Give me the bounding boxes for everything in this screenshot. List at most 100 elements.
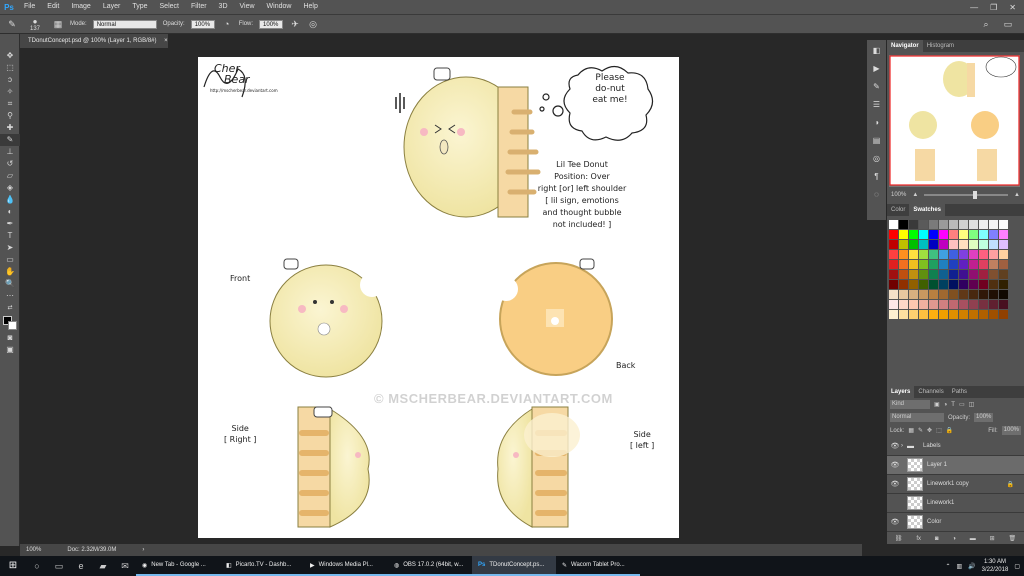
layer-row-linework1-copy[interactable]: 👁 Linework1 copy 🔒 <box>887 475 1024 494</box>
swatch[interactable] <box>929 310 938 319</box>
swatch[interactable] <box>929 270 938 279</box>
swatch[interactable] <box>949 230 958 239</box>
swatch[interactable] <box>939 280 948 289</box>
filter-type-icon[interactable]: T <box>951 402 955 408</box>
menu-image[interactable]: Image <box>65 0 96 14</box>
swatch[interactable] <box>989 240 998 249</box>
marquee-tool-icon[interactable]: ⬚ <box>0 62 20 74</box>
workspace-icon[interactable]: ▭ <box>1002 18 1014 30</box>
swatch[interactable] <box>959 310 968 319</box>
swatch[interactable] <box>989 250 998 259</box>
swatch[interactable] <box>969 290 978 299</box>
navigator-zoom-value[interactable]: 100% <box>891 192 906 198</box>
tab-swatches[interactable]: Swatches <box>909 204 946 216</box>
swatch[interactable] <box>949 220 958 229</box>
shape-tool-icon[interactable]: ▭ <box>0 254 20 266</box>
swatch[interactable] <box>899 290 908 299</box>
swatch[interactable] <box>969 300 978 309</box>
layer-row-labels[interactable]: 👁 › ▬ Labels <box>887 437 1024 456</box>
taskbar-app-chrome[interactable]: ◉ New Tab - Google ... <box>136 556 220 576</box>
add-mask-icon[interactable]: ◙ <box>935 536 939 542</box>
swatch[interactable] <box>979 270 988 279</box>
swatch[interactable] <box>909 230 918 239</box>
swatch[interactable] <box>899 260 908 269</box>
swatch[interactable] <box>989 270 998 279</box>
swatch[interactable] <box>919 220 928 229</box>
maximize-button[interactable]: ❐ <box>990 3 997 12</box>
actions-icon[interactable]: ▶ <box>867 62 886 76</box>
swatch[interactable] <box>919 280 928 289</box>
swatch[interactable] <box>999 310 1008 319</box>
swatch[interactable] <box>979 260 988 269</box>
layer-style-icon[interactable]: fx <box>916 536 921 542</box>
swatch[interactable] <box>899 220 908 229</box>
menu-layer[interactable]: Layer <box>97 0 127 14</box>
layer-row-color[interactable]: 👁 Color <box>887 513 1024 532</box>
swatch[interactable] <box>919 240 928 249</box>
filter-shape-icon[interactable]: ▭ <box>959 401 965 408</box>
pen-tool-icon[interactable]: ✒ <box>0 218 20 230</box>
swatch[interactable] <box>919 270 928 279</box>
menu-file[interactable]: File <box>18 0 41 14</box>
menu-window[interactable]: Window <box>261 0 298 14</box>
mail-icon[interactable]: ✉ <box>114 556 136 576</box>
status-zoom[interactable]: 100% <box>26 547 41 553</box>
brush-panel-icon[interactable]: ▦ <box>52 18 64 30</box>
swatch[interactable] <box>909 310 918 319</box>
visibility-eye-icon[interactable]: 👁 <box>889 518 901 526</box>
swatch[interactable] <box>909 300 918 309</box>
tab-paths[interactable]: Paths <box>948 386 971 398</box>
history-icon[interactable]: ◧ <box>867 44 886 58</box>
swatch[interactable] <box>889 280 898 289</box>
status-arrow-icon[interactable]: › <box>142 547 144 553</box>
swatch[interactable] <box>929 260 938 269</box>
swatch[interactable] <box>949 260 958 269</box>
navigator-preview[interactable] <box>889 55 1020 187</box>
swatch[interactable] <box>909 240 918 249</box>
menu-type[interactable]: Type <box>126 0 153 14</box>
swatch[interactable] <box>949 300 958 309</box>
document-tab[interactable]: TDonutConcept.psd @ 100% (Layer 1, RGB/8… <box>20 34 168 48</box>
swatch[interactable] <box>949 270 958 279</box>
filter-smart-icon[interactable]: ◫ <box>969 401 975 408</box>
eraser-tool-icon[interactable]: ▱ <box>0 170 20 182</box>
type-tool-icon[interactable]: T <box>0 230 20 242</box>
swatch[interactable] <box>889 310 898 319</box>
brush-tool-icon[interactable]: ✎ <box>6 18 18 30</box>
swatch[interactable] <box>939 300 948 309</box>
screen-mode-icon[interactable]: ▣ <box>0 344 20 356</box>
more-tools-icon[interactable]: ⋯ <box>0 290 20 302</box>
visibility-eye-icon[interactable]: 👁 <box>889 480 901 488</box>
swatch[interactable] <box>949 240 958 249</box>
lock-paint-icon[interactable]: ✎ <box>918 427 923 434</box>
swatch[interactable] <box>939 250 948 259</box>
path-select-tool-icon[interactable]: ➤ <box>0 242 20 254</box>
menu-edit[interactable]: Edit <box>41 0 65 14</box>
swatch[interactable] <box>999 290 1008 299</box>
zoom-tool-icon[interactable]: 🔍 <box>0 278 20 290</box>
filter-pixel-icon[interactable]: ▣ <box>934 401 940 408</box>
swatch[interactable] <box>919 230 928 239</box>
pressure-opacity-icon[interactable]: ◔ <box>221 18 233 30</box>
swatch[interactable] <box>919 260 928 269</box>
swatch[interactable] <box>889 290 898 299</box>
lock-artboard-icon[interactable]: ⬚ <box>936 427 942 434</box>
background-color[interactable] <box>8 321 17 330</box>
swatch[interactable] <box>939 240 948 249</box>
edge-icon[interactable]: e <box>70 556 92 576</box>
swatch[interactable] <box>979 280 988 289</box>
swatch[interactable] <box>989 280 998 289</box>
zoom-out-icon[interactable]: ▲ <box>912 192 918 198</box>
volume-icon[interactable]: 🔊 <box>968 563 975 570</box>
swatch[interactable] <box>949 290 958 299</box>
swatch[interactable] <box>889 300 898 309</box>
swatch[interactable] <box>909 260 918 269</box>
swatch[interactable] <box>919 300 928 309</box>
swatch[interactable] <box>989 310 998 319</box>
swatch[interactable] <box>959 240 968 249</box>
swatch[interactable] <box>909 250 918 259</box>
delete-layer-icon[interactable]: 🗑 <box>1008 535 1016 542</box>
swatch[interactable] <box>999 240 1008 249</box>
new-group-icon[interactable]: ▬ <box>970 536 976 542</box>
swatch[interactable] <box>899 300 908 309</box>
